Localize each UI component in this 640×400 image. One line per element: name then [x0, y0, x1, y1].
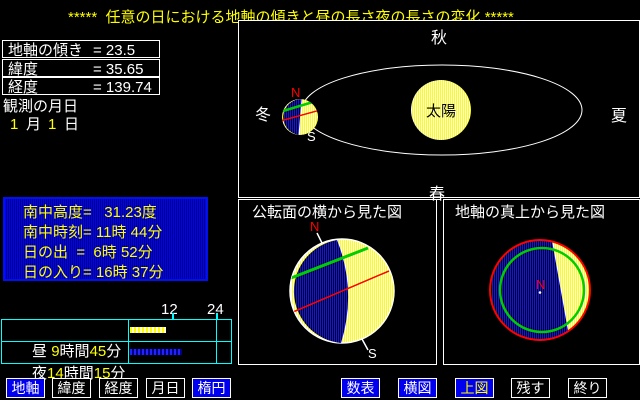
noon-altitude-row: 南中高度= 31.23度 [23, 201, 206, 221]
noon-info-box: 南中高度= 31.23度 南中時刻= 11時 44分 日の出 = 6時 52分 … [3, 197, 208, 281]
menu-button-top-view[interactable]: 上図 [455, 378, 494, 398]
sunset-row: 日の入り= 16時 37分 [23, 261, 206, 281]
season-winter-label: 冬 [255, 101, 271, 125]
month-unit: 月 [26, 116, 41, 133]
menu-button-keep[interactable]: 残す [511, 378, 550, 398]
noon-time-row: 南中時刻= 11時 44分 [23, 221, 206, 241]
side-view-panel [238, 199, 437, 365]
menu-button-table[interactable]: 数表 [341, 378, 380, 398]
daynight-box: 昼 9時間45分 夜14時間15分 [1, 319, 232, 364]
observation-date: 1 月 1 日 [0, 116, 110, 133]
latitude-label: 緯度 [8, 61, 38, 78]
season-autumn-label: 秋 [431, 24, 447, 48]
app-screen: ***** 任意の日における地軸の傾きと昼の長さ夜の長さの変化 ***** 地軸… [0, 0, 640, 400]
day-value: 1 [48, 116, 56, 133]
side-view-title: 公転面の横から見た図 [252, 201, 402, 222]
longitude-value: = 139.74 [93, 79, 152, 96]
latitude-value: = 35.65 [93, 61, 143, 78]
top-view-title: 地軸の真上から見た図 [455, 201, 605, 222]
scale-label-12: 12 [161, 301, 178, 318]
axis-tilt-value: = 23.5 [93, 42, 135, 59]
sunrise-row: 日の出 = 6時 52分 [23, 241, 206, 261]
menu-button-axis[interactable]: 地軸 [6, 378, 45, 398]
menu-button-ellipse[interactable]: 楕円 [192, 378, 231, 398]
menu-button-side-view[interactable]: 横図 [398, 378, 437, 398]
month-value: 1 [10, 116, 18, 133]
longitude-box: 経度 = 139.74 [2, 77, 160, 95]
day-unit: 日 [64, 116, 79, 133]
season-summer-label: 夏 [611, 102, 627, 126]
night-length-bar [130, 349, 182, 355]
top-view-panel [443, 199, 640, 365]
latitude-box: 緯度 = 35.65 [2, 59, 160, 77]
menu-button-quit[interactable]: 終り [568, 378, 607, 398]
menu-button-latitude[interactable]: 緯度 [52, 378, 91, 398]
season-spring-label: 春 [429, 180, 445, 204]
axis-tilt-label: 地軸の傾き [8, 42, 83, 59]
longitude-label: 経度 [8, 79, 38, 96]
menu-button-longitude[interactable]: 経度 [99, 378, 138, 398]
axis-tilt-box: 地軸の傾き = 23.5 [2, 40, 160, 58]
menu-button-date[interactable]: 月日 [146, 378, 185, 398]
daynight-24h-line [216, 320, 217, 363]
observation-date-heading: 観測の月日 [3, 98, 78, 115]
day-length-bar [130, 327, 166, 333]
daynight-zero-line [128, 320, 129, 363]
